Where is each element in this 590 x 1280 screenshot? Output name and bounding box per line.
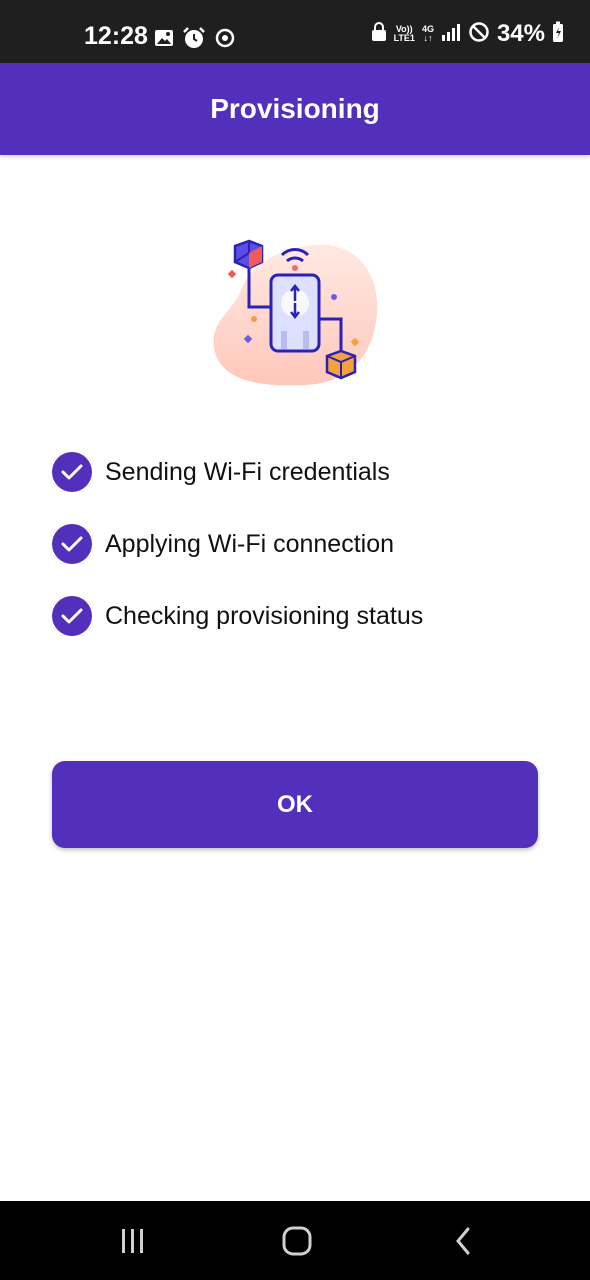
- check-circle-icon: [52, 596, 92, 636]
- page-title: Provisioning: [210, 93, 380, 124]
- home-icon[interactable]: [277, 1225, 317, 1257]
- battery-icon: [552, 21, 564, 48]
- status-right: Vo)) LTE1 4G ↓↑ 34%: [371, 20, 564, 48]
- provisioning-illustration: [205, 233, 390, 398]
- lock-icon: [371, 21, 387, 47]
- check-circle-icon: [52, 524, 92, 564]
- volte-indicator: Vo)) LTE1: [393, 24, 415, 43]
- list-item: Sending Wi-Fi credentials: [52, 452, 552, 492]
- nav-bar: [0, 1201, 590, 1280]
- status-bar: 12:28 Vo)) LTE1 4G ↓↑ 34%: [0, 0, 590, 63]
- ok-button[interactable]: OK: [52, 761, 538, 848]
- step-label: Applying Wi-Fi connection: [105, 529, 395, 558]
- check-circle-icon: [52, 452, 92, 492]
- status-left-icons: [154, 26, 236, 55]
- back-icon[interactable]: [443, 1225, 483, 1257]
- step-label: Checking provisioning status: [105, 601, 424, 630]
- status-time: 12:28: [84, 22, 148, 50]
- signal-icon: [441, 22, 461, 47]
- step-label: Sending Wi-Fi credentials: [105, 457, 390, 486]
- gallery-icon: [154, 28, 174, 53]
- data-indicator: 4G ↓↑: [421, 24, 434, 43]
- do-not-disturb-icon: [468, 21, 490, 48]
- app-bar: Provisioning: [0, 63, 590, 155]
- list-item: Checking provisioning status: [52, 596, 552, 636]
- recents-icon[interactable]: [113, 1225, 153, 1257]
- battery-percent: 34%: [496, 20, 545, 47]
- alarm-icon: [182, 26, 206, 55]
- sync-icon: [214, 27, 236, 54]
- list-item: Applying Wi-Fi connection: [52, 524, 552, 564]
